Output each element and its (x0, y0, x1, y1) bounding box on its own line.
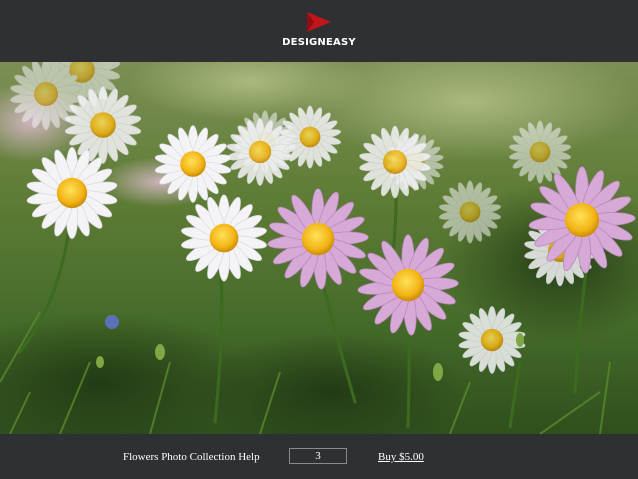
header-bar: DESIGNEASY (0, 0, 638, 62)
red-triangle-flag-icon (307, 12, 331, 32)
footer-bar: Flowers Photo Collection Help Buy $5.00 (0, 434, 638, 479)
page: DESIGNEASY Flowers Photo Collection Help… (0, 0, 638, 479)
quantity-input[interactable] (289, 448, 347, 464)
brand-name: DESIGNEASY (282, 37, 356, 48)
flower-photo (0, 62, 638, 434)
help-label[interactable]: Flowers Photo Collection Help (123, 451, 260, 463)
buy-link[interactable]: Buy $5.00 (378, 451, 424, 463)
flower-photo-image (0, 62, 638, 434)
